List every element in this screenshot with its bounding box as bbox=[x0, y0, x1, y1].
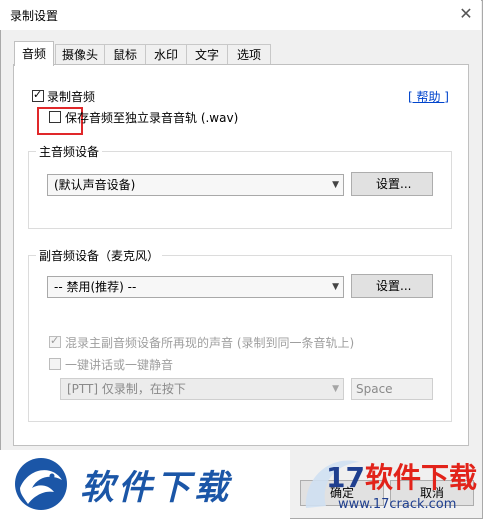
main-audio-device-value: (默认声音设备) bbox=[54, 178, 136, 192]
ptt-mode-value: [PTT] 仅录制，在按下 bbox=[67, 382, 186, 396]
chevron-down-icon: ▼ bbox=[332, 282, 339, 292]
sub-audio-settings-button[interactable]: 设置... bbox=[351, 274, 433, 298]
main-audio-settings-button[interactable]: 设置... bbox=[351, 172, 433, 196]
audio-settings-content: 录制音频 [ 帮助 ] 保存音频至独立录音音轨 (.wav) 主音频设备 (默认… bbox=[0, 0, 483, 519]
chevron-down-icon: ▼ bbox=[332, 384, 339, 394]
main-audio-device-select[interactable]: (默认声音设备) ▼ bbox=[47, 174, 344, 196]
save-separate-track-checkbox[interactable] bbox=[49, 111, 61, 123]
ptt-mode-select[interactable]: [PTT] 仅录制，在按下 ▼ bbox=[60, 378, 344, 400]
help-link[interactable]: [ 帮助 ] bbox=[408, 88, 449, 105]
mix-audio-label: 混录主副音频设备所再现的声音 (录制到同一条音轨上) bbox=[65, 336, 355, 350]
watermark-brand-text: 软件下载 bbox=[364, 461, 477, 494]
watermark-url: www.17crack.com bbox=[338, 497, 457, 512]
sub-audio-device-title: 副音频设备（麦克风） bbox=[36, 247, 163, 264]
main-audio-device-title: 主音频设备 bbox=[36, 143, 103, 160]
dragon-logo-icon bbox=[15, 458, 67, 510]
watermark-brand: 17软件下载 bbox=[326, 456, 477, 496]
mix-audio-checkbox[interactable] bbox=[49, 334, 61, 348]
record-audio-checkbox[interactable] bbox=[32, 88, 44, 102]
watermark-left-text: 软件下载 bbox=[80, 468, 232, 508]
chevron-down-icon: ▼ bbox=[332, 180, 339, 190]
save-separate-track-label: 保存音频至独立录音音轨 (.wav) bbox=[65, 111, 239, 125]
push-to-talk-checkbox[interactable] bbox=[49, 358, 61, 370]
ptt-key-field[interactable]: Space bbox=[351, 378, 433, 400]
sub-audio-device-value: -- 禁用(推荐) -- bbox=[54, 280, 137, 294]
sub-audio-device-select[interactable]: -- 禁用(推荐) -- ▼ bbox=[47, 276, 344, 298]
record-audio-label: 录制音频 bbox=[47, 90, 96, 104]
watermark-brand-number: 17 bbox=[326, 461, 365, 494]
push-to-talk-label: 一键讲话或一键静音 bbox=[65, 358, 174, 372]
